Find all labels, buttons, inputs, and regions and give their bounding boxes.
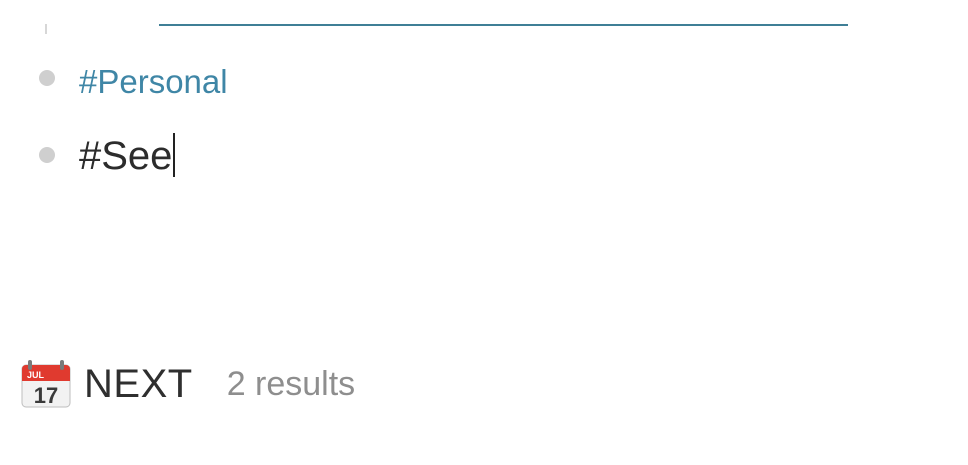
calendar-month: JUL — [27, 370, 45, 380]
tag-text-see: #See — [79, 134, 173, 178]
block-editor-input[interactable]: #See — [79, 132, 176, 180]
query-title[interactable]: NEXT — [84, 358, 193, 410]
list-bullet[interactable] — [39, 147, 55, 163]
calendar-day: 17 — [34, 383, 58, 408]
list-bullet[interactable] — [39, 70, 55, 86]
query-result-count: 2 results — [226, 365, 356, 403]
top-divider — [159, 24, 848, 26]
text-caret — [173, 133, 176, 177]
tag-link-personal[interactable]: #Personal — [79, 62, 228, 102]
calendar-icon: JUL 17 — [20, 359, 72, 409]
query-header: JUL 17 NEXT 2 results — [20, 358, 355, 410]
outline-guide-line — [45, 24, 47, 34]
